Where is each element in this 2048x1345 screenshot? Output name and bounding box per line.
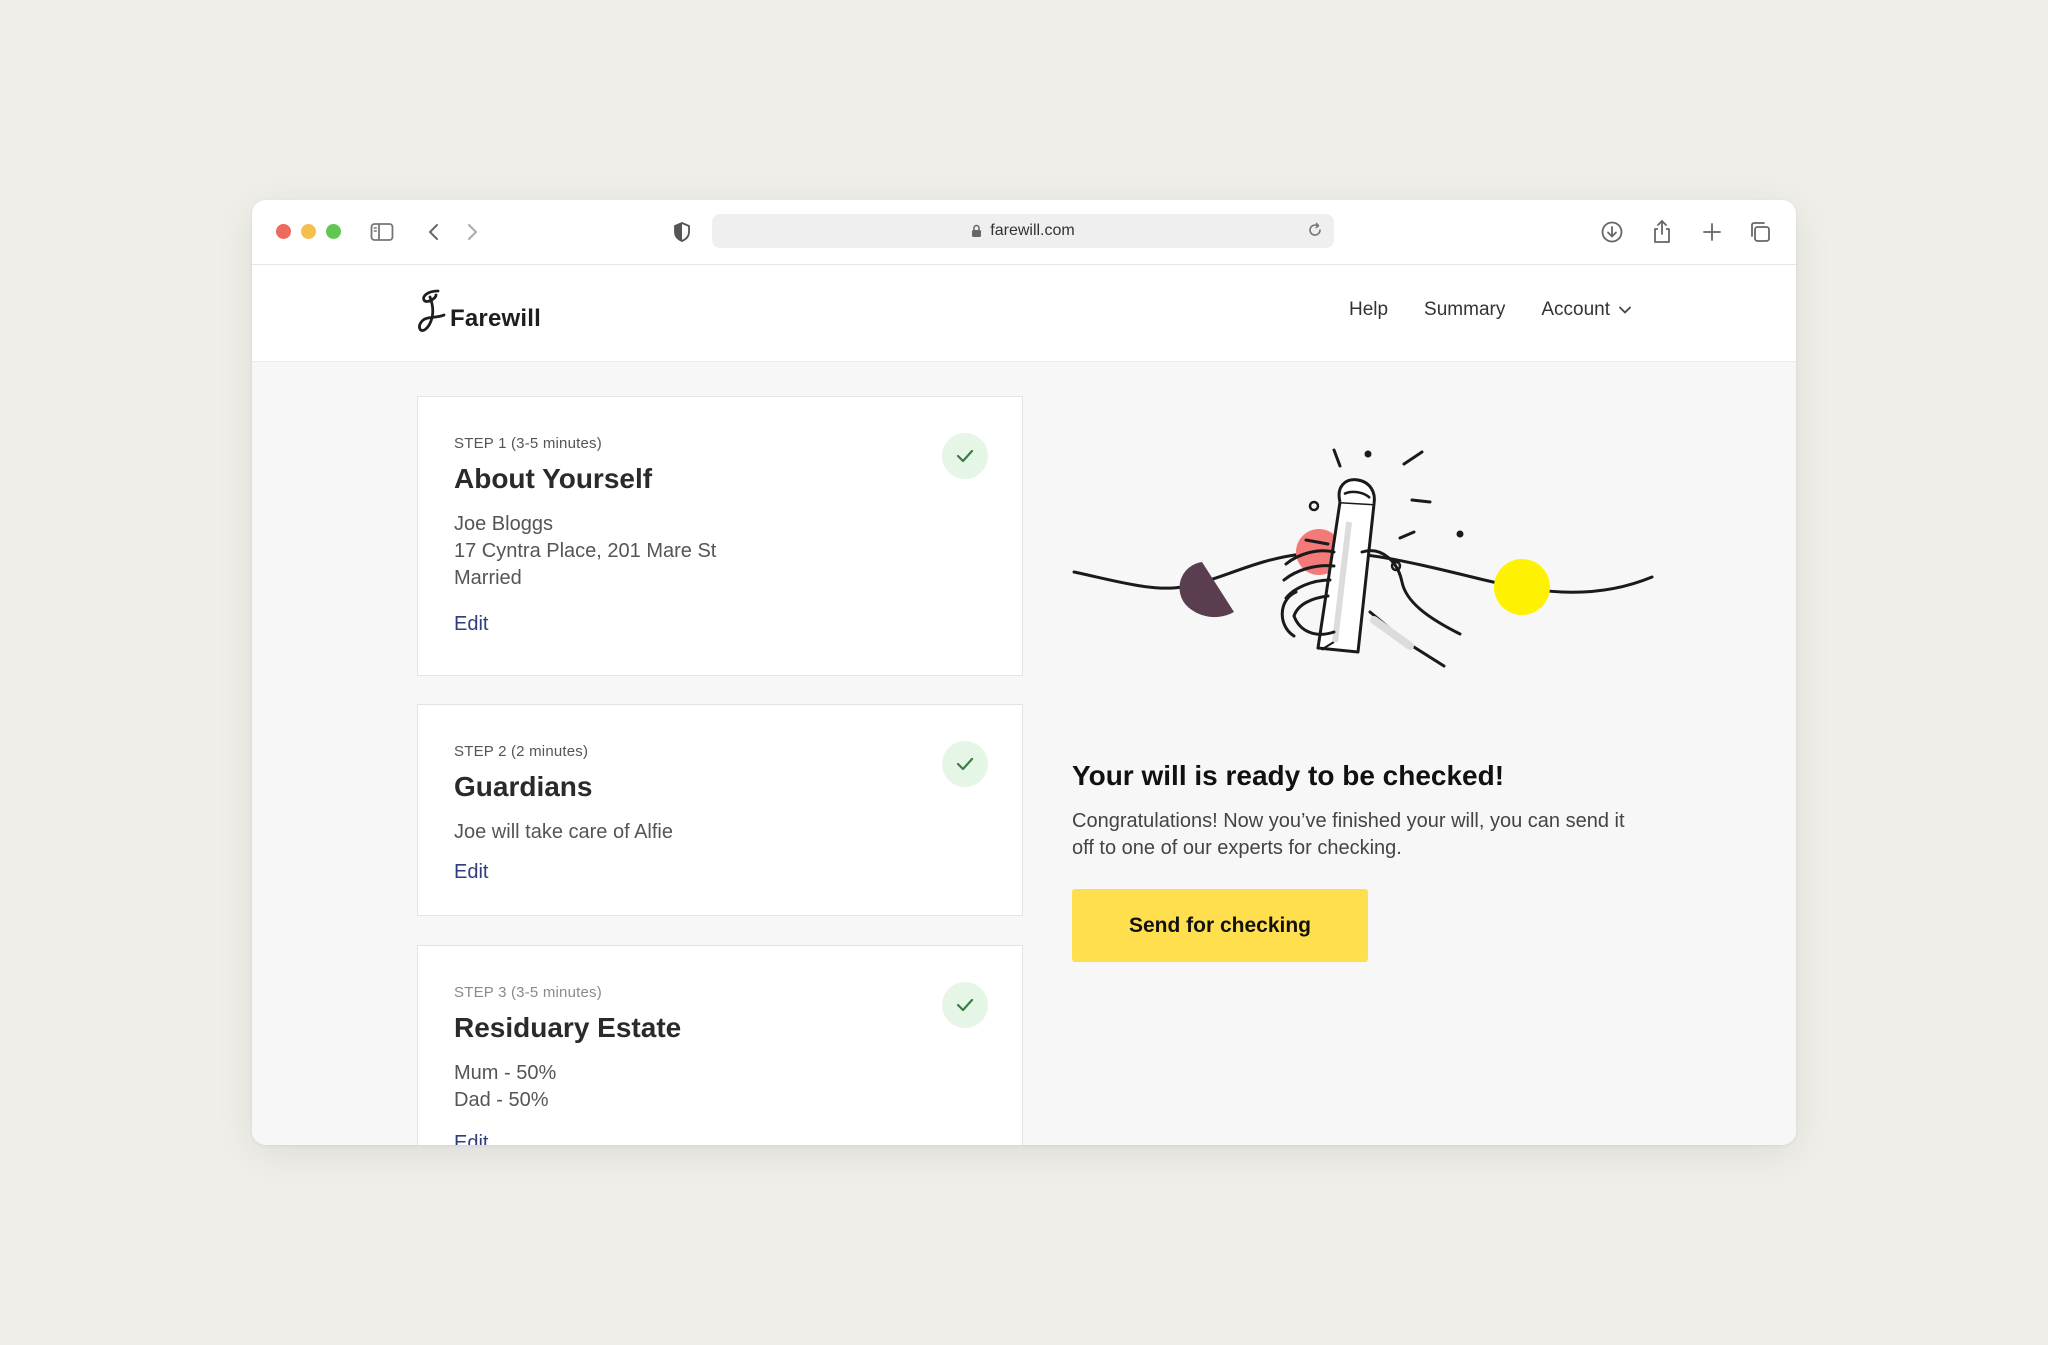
step-label: STEP 1 (3-5 minutes) xyxy=(454,435,602,452)
back-arrow-icon[interactable] xyxy=(420,218,448,246)
tab-overview-icon[interactable] xyxy=(1746,218,1774,246)
reload-icon[interactable] xyxy=(1306,221,1324,244)
step-detail: Joe Bloggs xyxy=(454,513,553,535)
edit-link[interactable]: Edit xyxy=(454,1132,488,1145)
minimize-window-button[interactable] xyxy=(301,224,316,239)
completion-headline: Your will is ready to be checked! xyxy=(1072,760,1505,791)
browser-toolbar: farewill.com xyxy=(252,200,1796,265)
step-detail: 17 Cyntra Place, 201 Mare St xyxy=(454,540,717,562)
address-bar[interactable]: farewill.com xyxy=(712,214,1334,248)
completed-check-icon xyxy=(942,433,988,479)
step-card-about-yourself: STEP 1 (3-5 minutes) About Yourself Joe … xyxy=(417,396,1023,676)
new-tab-plus-icon[interactable] xyxy=(1698,218,1726,246)
step-title: About Yourself xyxy=(454,463,653,494)
send-for-checking-button[interactable]: Send for checking xyxy=(1072,889,1368,962)
main-content: STEP 1 (3-5 minutes) About Yourself Joe … xyxy=(252,362,1796,1145)
completion-description: Congratulations! Now you’ve finished you… xyxy=(1072,810,1625,859)
share-icon[interactable] xyxy=(1648,218,1676,246)
step-detail: Mum - 50% xyxy=(454,1062,557,1084)
main-nav: Help Summary Account xyxy=(1349,299,1632,321)
edit-link[interactable]: Edit xyxy=(454,861,488,884)
url-text: farewill.com xyxy=(990,222,1075,239)
step-title: Guardians xyxy=(454,771,593,802)
completed-check-icon xyxy=(942,982,988,1028)
step-card-residuary-estate: STEP 3 (3-5 minutes) Residuary Estate Mu… xyxy=(417,945,1023,1145)
step-card-guardians: STEP 2 (2 minutes) Guardians Joe will ta… xyxy=(417,704,1023,916)
sidebar-toggle-icon[interactable] xyxy=(368,218,396,246)
site-header: Farewill Help Summary Account xyxy=(252,265,1796,362)
step-detail: Married xyxy=(454,567,522,589)
farewill-logo-mark-icon xyxy=(418,289,446,332)
close-window-button[interactable] xyxy=(276,224,291,239)
nav-account-menu[interactable]: Account xyxy=(1541,299,1632,321)
lock-icon xyxy=(971,224,982,238)
farewill-logo[interactable]: Farewill xyxy=(414,287,541,337)
step-detail: Dad - 50% xyxy=(454,1089,549,1111)
chevron-down-icon xyxy=(1619,306,1631,314)
step-title: Residuary Estate xyxy=(454,1012,682,1043)
browser-window: farewill.com Farewill Help Summary Accou… xyxy=(252,200,1796,1145)
step-label: STEP 3 (3-5 minutes) xyxy=(454,984,602,1001)
logo-text: Farewill xyxy=(450,305,541,332)
nav-account-label: Account xyxy=(1541,299,1610,320)
edit-link[interactable]: Edit xyxy=(454,613,488,636)
celebration-illustration xyxy=(1072,448,1654,668)
privacy-shield-icon[interactable] xyxy=(668,218,696,246)
download-icon[interactable] xyxy=(1598,218,1626,246)
nav-summary-link[interactable]: Summary xyxy=(1424,299,1505,321)
nav-help-link[interactable]: Help xyxy=(1349,299,1388,321)
completed-check-icon xyxy=(942,741,988,787)
forward-arrow-icon[interactable] xyxy=(458,218,486,246)
maximize-window-button[interactable] xyxy=(326,224,341,239)
step-label: STEP 2 (2 minutes) xyxy=(454,743,589,760)
step-detail: Joe will take care of Alfie xyxy=(454,821,673,843)
